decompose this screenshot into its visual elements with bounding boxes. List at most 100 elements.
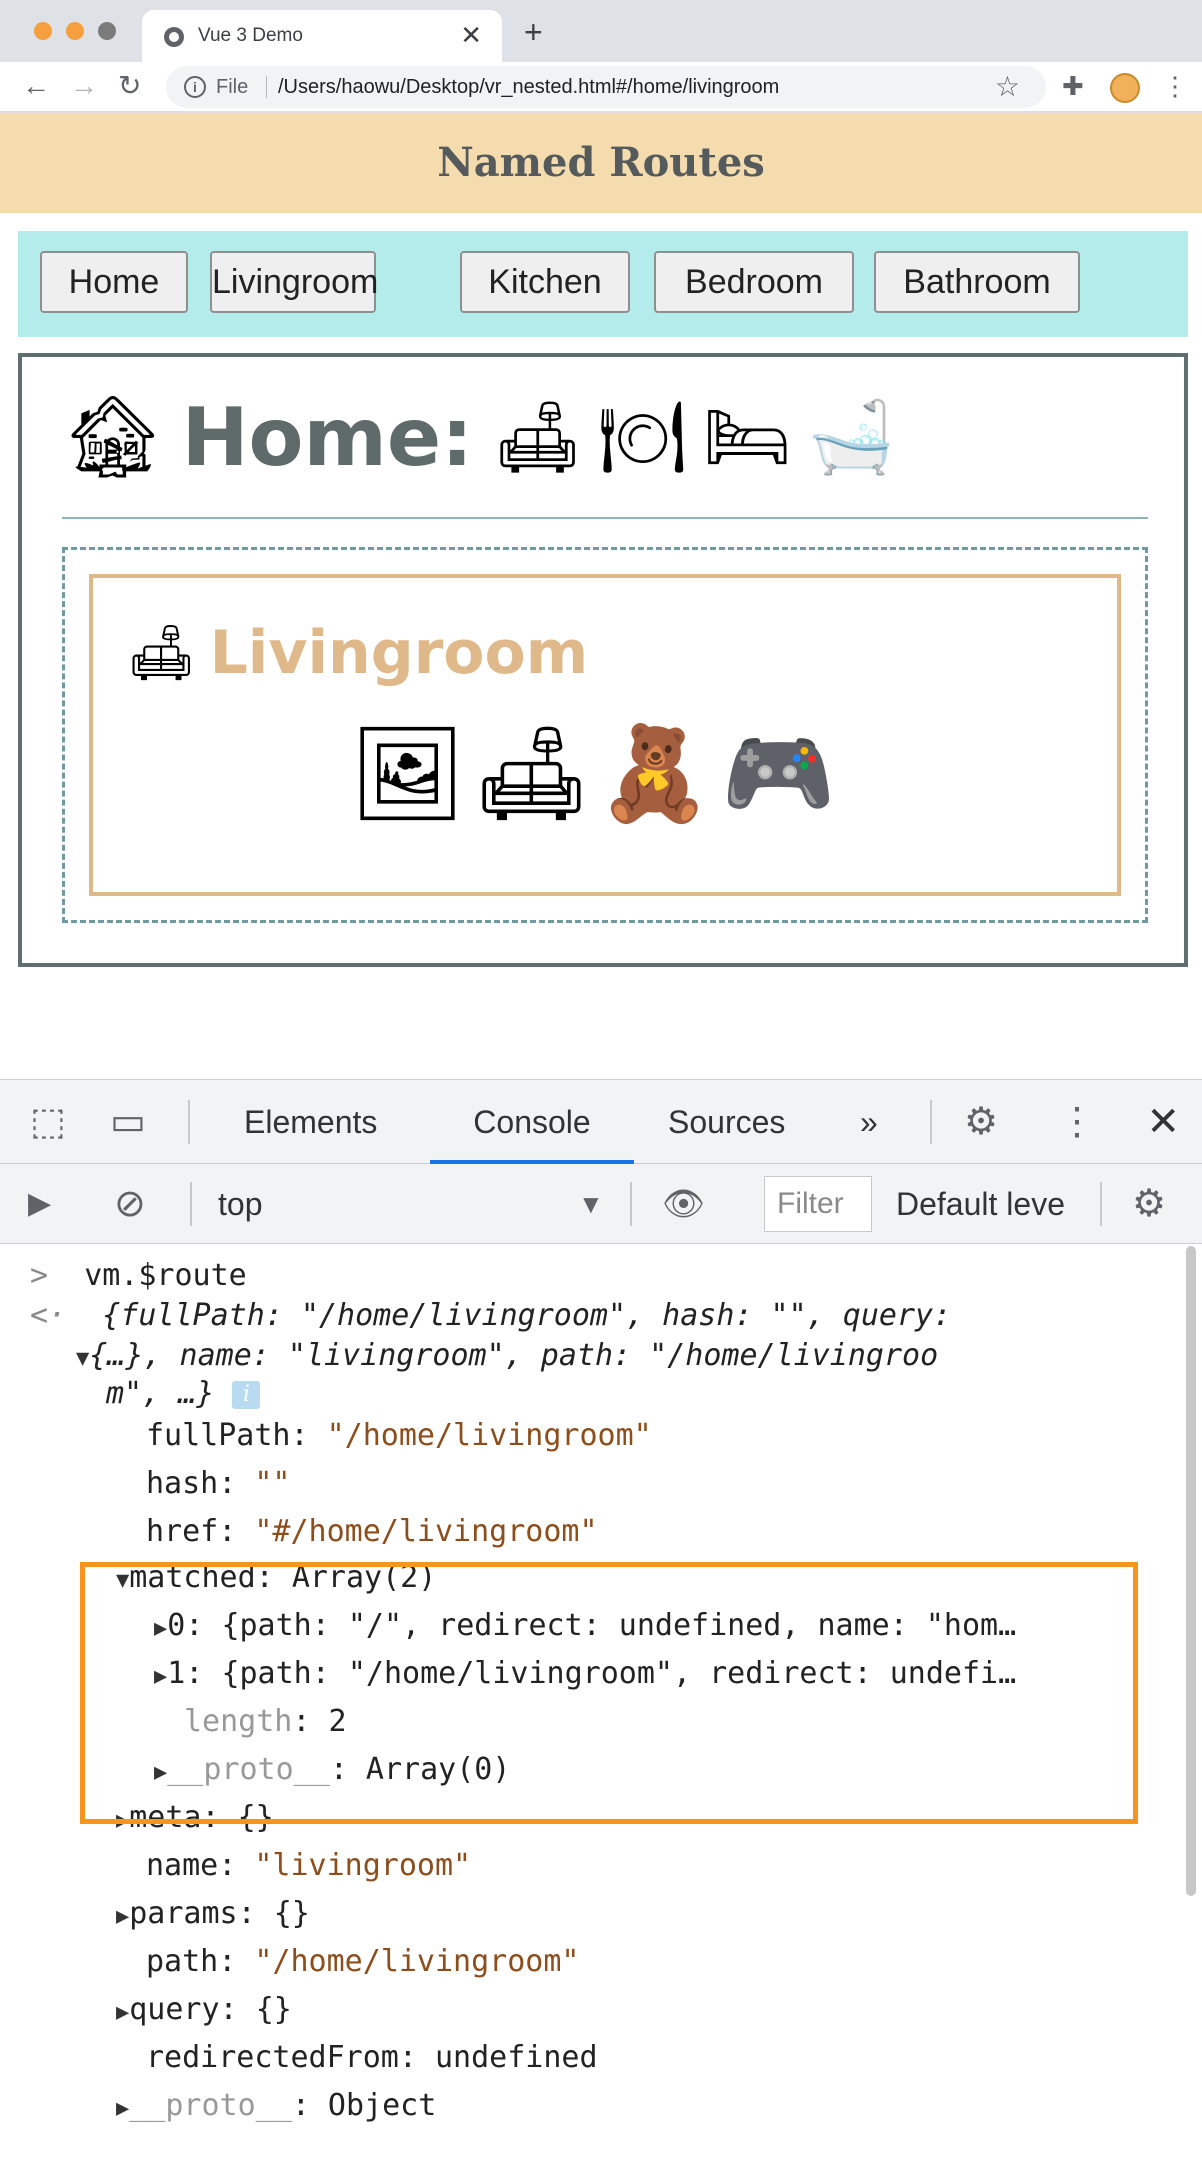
route-nav: Home Livingroom Kitchen Bedroom Bathroom: [18, 231, 1188, 337]
nav-kitchen-button[interactable]: Kitchen: [460, 251, 630, 313]
tab-sources[interactable]: Sources: [668, 1080, 785, 1164]
dinner-plate-icon: 🍽: [597, 396, 687, 478]
browser-tab[interactable]: Vue 3 Demo ✕: [142, 10, 502, 62]
tab-title: Vue 3 Demo: [198, 25, 303, 46]
browser-menu-icon[interactable]: ⋮: [1162, 70, 1188, 102]
game-controller-icon: 🎮: [721, 720, 836, 827]
toolbar-divider: [190, 1182, 192, 1226]
forward-icon[interactable]: →: [70, 68, 98, 104]
app-header: Named Routes: [0, 113, 1202, 213]
livingroom-items: 🖼 🛋 🧸 🎮: [349, 720, 836, 827]
more-tabs-icon[interactable]: »: [860, 1080, 878, 1164]
house-icon: 🏚: [62, 390, 164, 483]
device-toolbar-icon[interactable]: ▭: [110, 1080, 146, 1164]
matched-highlight-box: [80, 1562, 1138, 1824]
bookmark-star-icon[interactable]: ☆: [995, 71, 1020, 103]
bathtub-icon: 🛁: [807, 396, 895, 478]
console-input-line: > vm.$route: [30, 1256, 247, 1296]
expand-open-icon[interactable]: ▼: [76, 1346, 89, 1371]
window-zoom-dot[interactable]: [98, 22, 116, 40]
toolbar-divider: [930, 1100, 932, 1144]
teddy-bear-icon: 🧸: [597, 720, 712, 827]
devtools-menu-icon[interactable]: ⋮: [1058, 1080, 1096, 1164]
console-sidebar-icon[interactable]: ▶: [28, 1164, 51, 1244]
summary-text-1: {fullPath: "/home/livingroom", hash: "",…: [102, 1298, 952, 1333]
prop-fullPath: fullPath: "/home/livingroom": [146, 1418, 652, 1453]
expand-closed-icon[interactable]: ▶: [116, 2000, 129, 2025]
url-text[interactable]: /Users/haowu/Desktop/vr_nested.html#/hom…: [278, 74, 779, 100]
context-selector[interactable]: top: [218, 1164, 262, 1244]
prop-query[interactable]: ▶query: {}: [116, 1990, 292, 2033]
result-summary-line[interactable]: ▼{…}, name: "livingroom", path: "/home/l…: [76, 1336, 938, 1379]
browser-tab-strip: Vue 3 Demo ✕ +: [0, 0, 1202, 62]
back-icon[interactable]: ←: [22, 68, 50, 104]
window-minimize-dot[interactable]: [66, 22, 84, 40]
prop-name: name: "livingroom": [146, 1848, 472, 1883]
console-settings-icon[interactable]: ⚙: [1132, 1164, 1166, 1244]
log-levels-dropdown[interactable]: Default leve: [896, 1164, 1076, 1244]
livingroom-title: Livingroom: [209, 618, 589, 688]
tab-elements[interactable]: Elements: [244, 1080, 377, 1164]
inspect-element-icon[interactable]: ⬚: [30, 1080, 66, 1164]
toolbar-divider: [630, 1182, 632, 1226]
prop-href: href: "#/home/livingroom": [146, 1514, 598, 1549]
toolbar-divider: [1100, 1182, 1102, 1226]
site-info-icon[interactable]: i: [184, 76, 206, 98]
reload-icon[interactable]: ↻: [118, 68, 141, 104]
couch-icon: 🛋: [473, 720, 590, 827]
nav-bathroom-button[interactable]: Bathroom: [874, 251, 1080, 313]
input-prompt: >: [30, 1258, 49, 1293]
result-summary-line: m", …} i: [106, 1374, 261, 1414]
console-scrollbar[interactable]: [1186, 1246, 1196, 1896]
home-divider: [62, 517, 1148, 519]
couch-icon: 🛋: [127, 621, 196, 684]
info-icon[interactable]: i: [232, 1380, 261, 1409]
prop-hash: hash: "": [146, 1466, 291, 1501]
tab-console[interactable]: Console: [430, 1080, 634, 1164]
summary-text-3: m", …}: [106, 1376, 215, 1411]
router-view-outlet: 🛋 Livingroom 🖼 🛋 🧸 🎮: [62, 547, 1148, 923]
bed-icon: 🛏: [702, 396, 792, 478]
result-prompt: <·: [30, 1298, 67, 1333]
nav-livingroom-button[interactable]: Livingroom: [210, 251, 378, 313]
home-title: Home:: [181, 390, 474, 484]
home-heading: 🏚 Home: 🛋 🍽 🛏 🛁: [62, 387, 911, 487]
summary-text-2: {…}, name: "livingroom", path: "/home/li…: [89, 1338, 939, 1373]
prop-path: path: "/home/livingroom": [146, 1944, 580, 1979]
globe-icon: [164, 27, 184, 47]
expand-closed-icon[interactable]: ▶: [116, 2096, 129, 2121]
profile-avatar[interactable]: [1110, 73, 1140, 103]
page-title: Named Routes: [437, 139, 765, 186]
page-content: Named Routes Home Livingroom Kitchen Bed…: [0, 113, 1202, 1079]
console-filter-input[interactable]: Filter: [764, 1176, 872, 1232]
chevron-down-icon[interactable]: ▼: [578, 1164, 604, 1244]
prop-redirectedFrom: redirectedFrom: undefined: [146, 2040, 598, 2075]
new-tab-button[interactable]: +: [524, 14, 543, 50]
live-expression-eye-icon[interactable]: 👁: [662, 1164, 705, 1244]
nav-home-button[interactable]: Home: [40, 251, 188, 313]
clear-console-icon[interactable]: ⊘: [114, 1164, 146, 1244]
livingroom-view: 🛋 Livingroom 🖼 🛋 🧸 🎮: [89, 574, 1121, 896]
nav-bedroom-button[interactable]: Bedroom: [654, 251, 854, 313]
address-divider: [266, 76, 267, 98]
devtools-tab-bar: ⬚ ▭ Elements Console Sources » ⚙ ⋮ ✕: [0, 1080, 1202, 1164]
window-close-dot[interactable]: [34, 22, 52, 40]
devtools-settings-icon[interactable]: ⚙: [964, 1080, 998, 1164]
framed-picture-icon: 🖼: [349, 720, 466, 827]
file-scheme-label: File: [216, 76, 249, 98]
livingroom-heading: 🛋 Livingroom: [127, 618, 588, 688]
prop-proto-object[interactable]: ▶__proto__: Object: [116, 2086, 436, 2129]
console-command: vm.$route: [84, 1258, 247, 1293]
home-view: 🏚 Home: 🛋 🍽 🛏 🛁 🛋 Livingroom 🖼 🛋 🧸 🎮: [18, 353, 1188, 967]
prop-params[interactable]: ▶params: {}: [116, 1894, 310, 1937]
devtools-close-icon[interactable]: ✕: [1146, 1080, 1180, 1164]
toolbar-divider: [188, 1100, 190, 1144]
result-summary-line[interactable]: <· {fullPath: "/home/livingroom", hash: …: [30, 1296, 951, 1336]
expand-closed-icon[interactable]: ▶: [116, 1904, 129, 1929]
address-bar[interactable]: i File /Users/haowu/Desktop/vr_nested.ht…: [166, 66, 1046, 108]
console-toolbar: ▶ ⊘ top ▼ 👁 Filter Default leve ⚙: [0, 1164, 1202, 1244]
couch-icon: 🛋: [493, 396, 582, 478]
browser-toolbar: ← → ↻ i File /Users/haowu/Desktop/vr_nes…: [0, 62, 1202, 112]
extensions-icon[interactable]: ✚: [1062, 70, 1084, 102]
close-tab-icon[interactable]: ✕: [460, 20, 482, 50]
